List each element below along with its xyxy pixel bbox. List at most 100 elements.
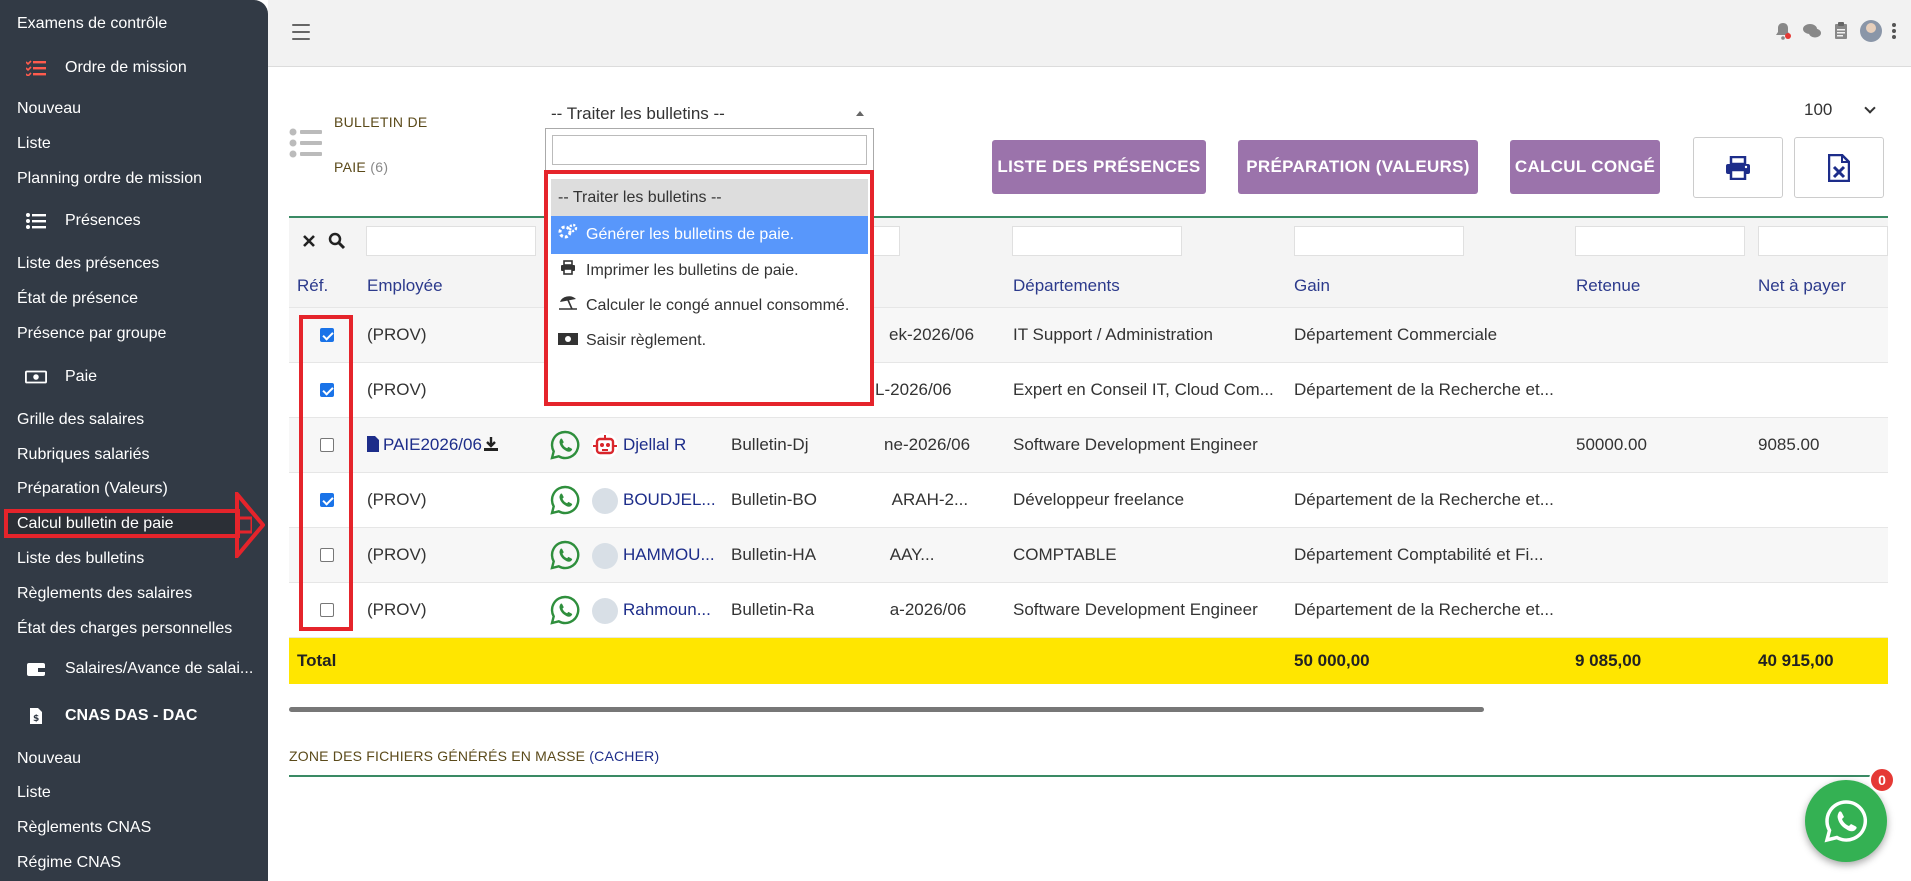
col-header-employee[interactable]: Employée (367, 276, 443, 296)
bulletin-name: Bulletin-BO ARAH-2... (731, 490, 969, 509)
total-retenue: 9 085,00 (1575, 651, 1642, 670)
col-header-gain[interactable]: Gain (1294, 276, 1330, 296)
filter-retenue-input[interactable] (1575, 226, 1745, 256)
per-page-select[interactable]: 100 (1804, 96, 1884, 124)
row-ref: (PROV) (367, 490, 427, 510)
clear-filter-icon[interactable] (302, 234, 316, 248)
sidebar-item-paie[interactable]: Paie (25, 366, 97, 388)
sidebar-item-salaires-avance-de-salai[interactable]: Salaires/Avance de salai... (25, 658, 253, 680)
dropdown-option[interactable]: Calculer le congé annuel consommé. (551, 288, 868, 324)
row-ref-text: (PROV) (367, 600, 427, 619)
col-header-ref[interactable]: Réf. (297, 276, 328, 296)
sidebar-item-reglements-des-salaires[interactable]: Règlements des salaires (17, 584, 192, 604)
sidebar-item-planning-ordre-de-mission[interactable]: Planning ordre de mission (17, 169, 202, 189)
col-header-retenue[interactable]: Retenue (1576, 276, 1640, 296)
zone-divider (289, 775, 1888, 777)
total-row: Total 50 000,00 9 085,00 40 915,00 (289, 638, 1888, 684)
sidebar-item-etat-des-charges-personnelles[interactable]: État des charges personnelles (17, 619, 232, 639)
whatsapp-icon[interactable] (550, 595, 580, 625)
sidebar-item-liste[interactable]: Liste (17, 134, 51, 154)
gears-icon (558, 216, 578, 254)
employee-avatar (592, 543, 618, 569)
bulk-action-dropdown: -- Traiter les bulletins -- Générer les b… (545, 128, 874, 405)
bulletin-name: Bulletin-HA AAY... (731, 545, 935, 564)
filter-net-input[interactable] (1758, 226, 1888, 256)
employee-name[interactable]: BOUDJEL... (623, 490, 715, 510)
print-icon (1726, 155, 1750, 180)
horizontal-scrollbar[interactable] (289, 707, 1484, 712)
filter-gain-input[interactable] (1294, 226, 1464, 256)
sidebar-item-rubriques-salaries[interactable]: Rubriques salariés (17, 445, 150, 465)
print-icon (558, 254, 578, 288)
sidebar-item-presence-par-groupe[interactable]: Présence par groupe (17, 324, 166, 344)
bell-icon[interactable] (1773, 20, 1793, 42)
dropdown-option-label: Imprimer les bulletins de paie. (586, 262, 799, 279)
presences-list-button[interactable]: LISTE DES PRÉSENCES (992, 140, 1206, 194)
sidebar-item-liste-des-bulletins[interactable]: Liste des bulletins (17, 549, 144, 569)
employee-position: Expert en Conseil IT, Cloud Com... (1013, 380, 1274, 399)
page-title-line2: PAIE (6) (334, 159, 388, 175)
bulletin-name: ek-2026/06 (889, 325, 975, 344)
user-avatar[interactable] (1860, 20, 1882, 42)
print-button[interactable] (1693, 137, 1783, 198)
sidebar-item-calcul-bulletin-de-paie[interactable]: Calcul bulletin de paie (17, 514, 174, 534)
sidebar-item-liste-des-presences[interactable]: Liste des présences (17, 254, 159, 274)
file-icon (367, 436, 379, 452)
more-vertical-icon[interactable] (1891, 20, 1897, 42)
sidebar-item-presences[interactable]: Présences (25, 210, 141, 232)
sidebar-item-preparation-valeurs[interactable]: Préparation (Valeurs) (17, 479, 168, 499)
employee-name[interactable]: Rahmoun... (623, 600, 711, 620)
zone-label: ZONE DES FICHIERS GÉNÉRÉS EN MASSE (289, 748, 586, 764)
row-ref[interactable]: PAIE2026/06 (367, 435, 498, 455)
employee-department: Département Commerciale (1294, 325, 1498, 344)
whatsapp-icon[interactable] (550, 540, 580, 570)
dropdown-option[interactable]: Saisir règlement. (551, 324, 868, 358)
search-icon[interactable] (328, 232, 346, 250)
sidebar-item-cnas-das-dac[interactable]: $ CNAS DAS - DAC (25, 705, 197, 727)
filter-employee-input[interactable] (366, 226, 536, 256)
sidebar-item-ordre-de-mission[interactable]: Ordre de mission (25, 57, 187, 79)
filter-department-input[interactable] (1012, 226, 1182, 256)
sidebar-item-etat-de-presence[interactable]: État de présence (17, 289, 138, 309)
table-row: (PROV) BOUDJEL... Bulletin-BO ARAH-2... Dév… (289, 473, 1888, 528)
whatsapp-chat-button[interactable] (1805, 780, 1887, 862)
top-bar (268, 0, 1911, 67)
dropdown-option[interactable]: Générer les bulletins de paie. (551, 216, 868, 254)
col-header-net[interactable]: Net à payer (1758, 276, 1846, 296)
employee-name[interactable]: Djellal R (623, 435, 686, 455)
sidebar-item-grille-des-salaires[interactable]: Grille des salaires (17, 410, 144, 430)
dropdown-search-input[interactable] (552, 135, 867, 165)
sidebar-item-nouveau[interactable]: Nouveau (17, 99, 81, 119)
chat-icon[interactable] (1802, 20, 1822, 42)
sidebar-item-label: CNAS DAS - DAC (65, 707, 198, 724)
clipboard-icon[interactable] (1831, 20, 1851, 42)
hamburger-menu-icon[interactable] (292, 24, 310, 40)
sidebar-item-nouveau[interactable]: Nouveau (17, 749, 81, 769)
zone-hide-link[interactable]: (CACHER) (589, 748, 659, 764)
preparation-values-button[interactable]: PRÉPARATION (VALEURS) (1238, 140, 1478, 194)
dropdown-option[interactable]: -- Traiter les bulletins -- (551, 179, 868, 216)
sidebar-item-liste[interactable]: Liste (17, 783, 51, 803)
employee-name[interactable]: HAMMOU... (623, 545, 715, 565)
doc-dollar-icon: $ (25, 707, 47, 725)
dropdown-option[interactable]: Imprimer les bulletins de paie. (551, 254, 868, 288)
money-icon (558, 324, 578, 358)
table-row: (PROV) HAMMOU... Bulletin-HA AAY... COMPTAB… (289, 528, 1888, 583)
filter-bulletin-input[interactable] (870, 226, 900, 256)
row-ref-text: (PROV) (367, 490, 427, 509)
employee-position: Software Development Engineer (1013, 600, 1258, 619)
dropdown-option-label: -- Traiter les bulletins -- (558, 189, 722, 206)
download-icon[interactable] (483, 437, 498, 451)
whatsapp-icon[interactable] (550, 485, 580, 515)
excel-export-button[interactable] (1794, 137, 1884, 198)
whatsapp-icon[interactable] (550, 430, 580, 460)
calcul-conge-button[interactable]: CALCUL CONGÉ (1510, 140, 1660, 194)
bulk-action-select[interactable]: -- Traiter les bulletins -- (551, 100, 876, 128)
sidebar-item-reglements-cnas[interactable]: Règlements CNAS (17, 818, 151, 838)
col-header-departments[interactable]: Départements (1013, 276, 1120, 296)
sidebar-item-regime-cnas[interactable]: Régime CNAS (17, 853, 121, 873)
row-net: 9085.00 (1758, 435, 1820, 454)
sidebar-item-label: Ordre de mission (65, 59, 187, 76)
sidebar-item-examens-de-controle[interactable]: Examens de contrôle (17, 14, 167, 34)
money-icon (25, 368, 47, 386)
